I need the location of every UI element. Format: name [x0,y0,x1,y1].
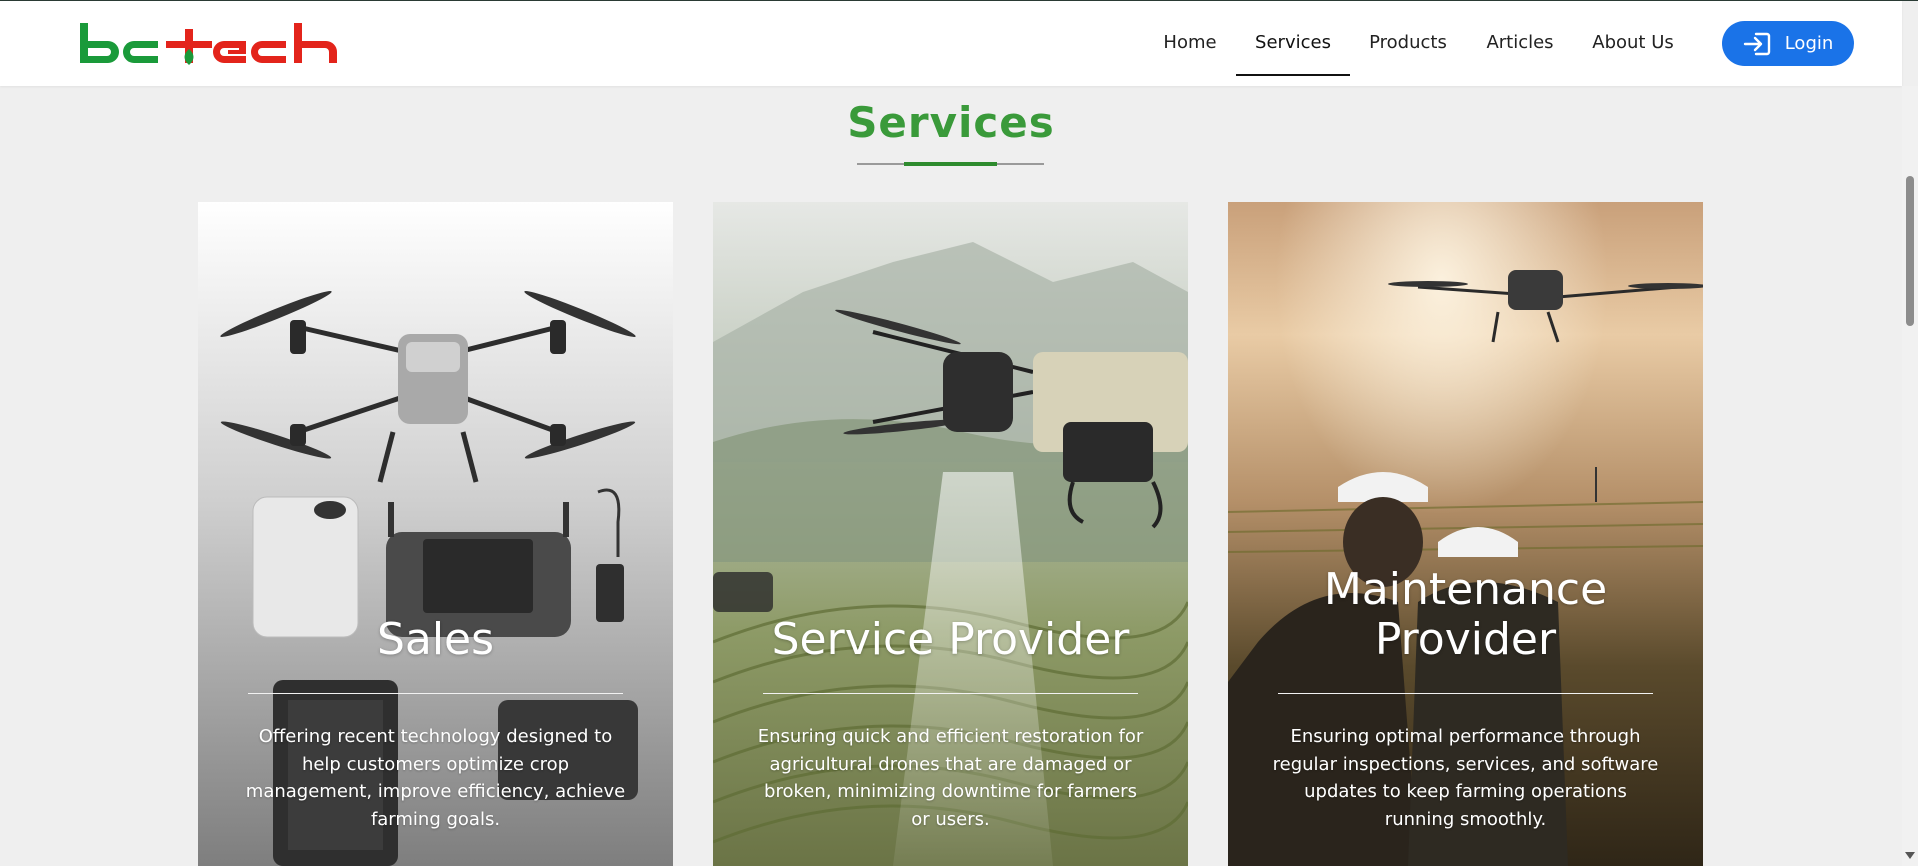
login-label: Login [1784,33,1834,54]
service-card-service-provider[interactable]: Service Provider Ensuring quick and effi… [713,202,1188,866]
login-icon [1743,32,1770,55]
title-underline-accent [904,162,997,166]
nav-products[interactable]: Products [1364,1,1452,86]
card-divider [763,693,1138,694]
nav-services[interactable]: Services [1236,1,1350,86]
card-description: Ensuring quick and efficient restoration… [757,726,1144,830]
service-card-sales[interactable]: Sales Offering recent technology designe… [198,202,673,866]
card-title: Maintenance Provider [1323,564,1608,665]
bctech-logo[interactable] [78,21,340,67]
nav-articles[interactable]: Articles [1480,1,1560,86]
card-divider [1278,693,1653,694]
site-header: Home Services Products Articles About Us… [0,1,1902,86]
service-card-maintenance-provider[interactable]: Maintenance Provider Ensuring optimal pe… [1228,202,1703,866]
card-description: Ensuring optimal performance through reg… [1272,726,1659,830]
scrollbar-thumb[interactable] [1906,176,1914,326]
card-title: Service Provider [771,614,1130,665]
nav-about-us[interactable]: About Us [1588,1,1678,86]
card-description: Offering recent technology designed to h… [245,726,626,830]
login-button[interactable]: Login [1722,21,1854,66]
section-title: Services [847,98,1055,147]
card-divider [248,693,623,694]
nav-home[interactable]: Home [1158,1,1222,86]
scroll-down-arrow-icon[interactable] [1905,852,1915,859]
card-title: Sales [376,614,495,665]
